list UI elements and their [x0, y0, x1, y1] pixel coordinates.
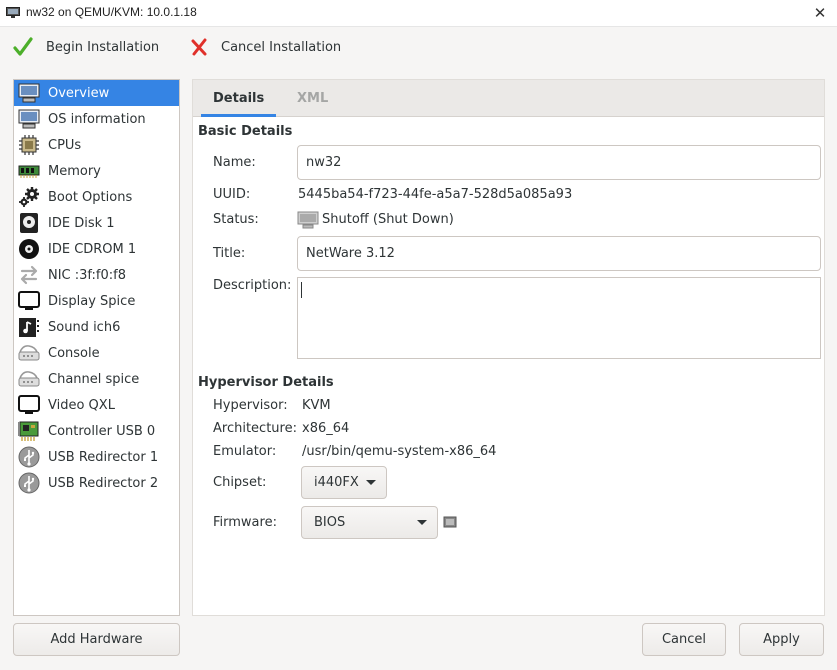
display-icon	[17, 289, 41, 313]
sidebar-item-label: NIC :3f:f0:f8	[48, 267, 126, 283]
usb-icon	[17, 445, 41, 469]
window-title: nw32 on QEMU/KVM: 10.0.1.18	[26, 5, 197, 19]
details-pane: Details XML Basic Details Name: nw32 UUI…	[192, 79, 825, 616]
sidebar-item-label: CPUs	[48, 137, 82, 153]
chipset-dropdown[interactable]: i440FX	[301, 466, 387, 499]
sidebar-item-label: Video QXL	[48, 397, 115, 413]
architecture-value: x86_64	[302, 421, 350, 436]
virt-manager-icon	[6, 7, 20, 18]
uuid-label: UUID:	[213, 187, 251, 202]
sidebar-item-usb-redirector-2[interactable]: USB Redirector 2	[14, 470, 179, 496]
firmware-dropdown[interactable]: BIOS	[301, 506, 438, 539]
checkmark-icon	[13, 37, 33, 56]
sidebar-item-os-information[interactable]: OS information	[14, 106, 179, 132]
add-hardware-button[interactable]: Add Hardware	[13, 623, 180, 656]
sidebar-item-label: IDE Disk 1	[48, 215, 115, 231]
title-label: Title:	[213, 246, 246, 261]
hypervisor-label: Hypervisor:	[213, 398, 288, 413]
architecture-label: Architecture:	[213, 421, 297, 436]
description-label: Description:	[213, 278, 292, 293]
name-field[interactable]: nw32	[297, 145, 821, 180]
shutoff-monitor-icon	[297, 211, 319, 229]
network-arrows-icon	[17, 263, 41, 287]
sidebar-item-label: USB Redirector 2	[48, 475, 159, 491]
tab-details[interactable]: Details	[201, 80, 277, 117]
sidebar-item-ide-cdrom-1[interactable]: IDE CDROM 1	[14, 236, 179, 262]
gears-icon	[17, 185, 41, 209]
memory-icon	[17, 159, 41, 183]
sidebar-item-label: Boot Options	[48, 189, 133, 205]
hypervisor-details-heading: Hypervisor Details	[198, 375, 334, 390]
chevron-down-icon	[417, 520, 427, 525]
sidebar-item-label: Controller USB 0	[48, 423, 156, 439]
display-icon	[17, 393, 41, 417]
emulator-label: Emulator:	[213, 444, 277, 459]
sidebar-item-label: Overview	[48, 85, 110, 101]
begin-installation-label: Begin Installation	[46, 39, 160, 55]
title-field[interactable]: NetWare 3.12	[297, 236, 821, 271]
sidebar-item-cpus[interactable]: CPUs	[14, 132, 179, 158]
sidebar-item-label: IDE CDROM 1	[48, 241, 137, 257]
sidebar-item-controller-usb-0[interactable]: Controller USB 0	[14, 418, 179, 444]
sidebar-item-video-qxl[interactable]: Video QXL	[14, 392, 179, 418]
sidebar-item-label: Channel spice	[48, 371, 140, 387]
sidebar-item-console[interactable]: Console	[14, 340, 179, 366]
firmware-value: BIOS	[314, 515, 346, 530]
firmware-label: Firmware:	[213, 515, 277, 530]
cancel-button[interactable]: Cancel	[642, 623, 726, 656]
window-titlebar: nw32 on QEMU/KVM: 10.0.1.18 ✕	[0, 0, 837, 27]
disk-icon	[17, 211, 41, 235]
uuid-value: 5445ba54-f723-44fe-a5a7-528d5a085a93	[298, 187, 573, 202]
cancel-installation-button[interactable]: Cancel Installation	[189, 35, 341, 59]
sidebar-item-ide-disk-1[interactable]: IDE Disk 1	[14, 210, 179, 236]
sidebar-item-label: Display Spice	[48, 293, 136, 309]
status-label: Status:	[213, 212, 259, 227]
sidebar-item-boot-options[interactable]: Boot Options	[14, 184, 179, 210]
firmware-info-icon	[443, 516, 457, 528]
sidebar-item-channel-spice[interactable]: Channel spice	[14, 366, 179, 392]
sidebar-item-overview[interactable]: Overview	[14, 80, 179, 106]
monitor-icon	[17, 81, 41, 105]
sidebar-item-label: Memory	[48, 163, 101, 179]
sidebar-item-usb-redirector-1[interactable]: USB Redirector 1	[14, 444, 179, 470]
hardware-list[interactable]: Overview OS information CPUs Memory Boot…	[13, 79, 180, 616]
monitor-icon	[17, 107, 41, 131]
sidebar-item-label: USB Redirector 1	[48, 449, 159, 465]
sidebar-item-display-spice[interactable]: Display Spice	[14, 288, 179, 314]
cancel-installation-label: Cancel Installation	[221, 39, 342, 55]
cpu-icon	[17, 133, 41, 157]
serial-icon	[17, 367, 41, 391]
description-textarea[interactable]	[297, 277, 821, 359]
name-label: Name:	[213, 155, 256, 170]
sidebar-item-sound-ich6[interactable]: Sound ich6	[14, 314, 179, 340]
sidebar-item-memory[interactable]: Memory	[14, 158, 179, 184]
sidebar-item-label: OS information	[48, 111, 146, 127]
sound-icon	[17, 315, 41, 339]
usb-icon	[17, 471, 41, 495]
sidebar-item-nic[interactable]: NIC :3f:f0:f8	[14, 262, 179, 288]
hypervisor-value: KVM	[302, 398, 331, 413]
tab-xml[interactable]: XML	[285, 80, 340, 117]
chevron-down-icon	[366, 480, 376, 485]
basic-details-heading: Basic Details	[198, 124, 293, 139]
tab-bar: Details XML	[193, 80, 824, 117]
chipset-label: Chipset:	[213, 475, 267, 490]
main-area: Begin Installation Cancel Installation O…	[0, 27, 837, 670]
begin-installation-button[interactable]: Begin Installation	[12, 35, 159, 59]
chipset-value: i440FX	[314, 475, 359, 490]
serial-icon	[17, 341, 41, 365]
emulator-value: /usr/bin/qemu-system-x86_64	[302, 444, 497, 459]
close-window-icon[interactable]: ✕	[811, 4, 829, 22]
text-caret	[301, 282, 302, 298]
sidebar-item-label: Sound ich6	[48, 319, 121, 335]
red-x-icon	[191, 38, 207, 56]
sidebar-item-label: Console	[48, 345, 100, 361]
cdrom-icon	[17, 237, 41, 261]
apply-button[interactable]: Apply	[739, 623, 824, 656]
controller-card-icon	[17, 419, 41, 443]
status-value: Shutoff (Shut Down)	[322, 212, 454, 227]
